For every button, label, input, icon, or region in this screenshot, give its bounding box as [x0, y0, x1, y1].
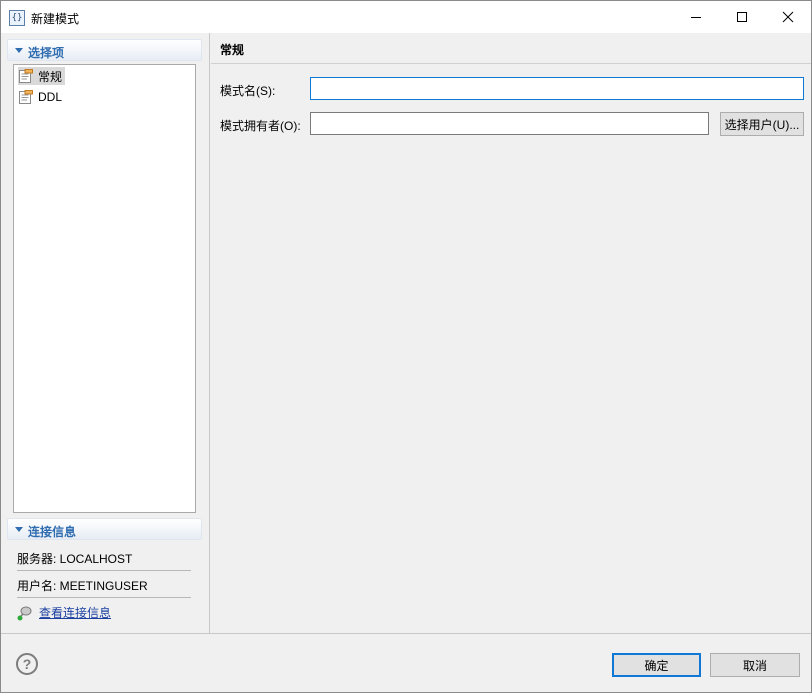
tree-item-label: DDL	[38, 90, 63, 104]
page-folder-icon	[19, 69, 33, 83]
tree-item-general[interactable]: 常规	[18, 67, 66, 85]
left-panel: 选择项 常规 DDL 连接信息 服务器: LOCALHOST 用户名: MEET…	[1, 33, 210, 633]
footer-bar: ? 确定 取消	[1, 633, 811, 692]
connection-header-label: 连接信息	[28, 525, 77, 539]
maximize-icon	[737, 12, 747, 22]
tree-item-label: 常规	[38, 69, 63, 84]
user-info: 用户名: MEETINGUSER	[17, 579, 148, 593]
collapse-triangle-icon	[15, 48, 23, 53]
schema-owner-label: 模式拥有者(O):	[220, 119, 301, 133]
options-section-header[interactable]: 选择项	[7, 39, 202, 61]
tree-item-ddl[interactable]: DDL	[18, 88, 65, 106]
schema-owner-input[interactable]	[310, 112, 709, 135]
divider	[17, 597, 191, 598]
schema-name-input[interactable]	[310, 77, 804, 100]
options-header-label: 选择项	[28, 46, 65, 60]
minimize-icon	[691, 17, 701, 18]
section-header: 常规	[211, 33, 811, 64]
cancel-button[interactable]: 取消	[710, 653, 800, 677]
close-button[interactable]	[765, 1, 811, 33]
schema-name-label: 模式名(S):	[220, 84, 276, 98]
schema-app-icon: {}	[9, 10, 25, 26]
select-user-button[interactable]: 选择用户(U)...	[720, 112, 804, 136]
ok-button[interactable]: 确定	[612, 653, 701, 677]
main-panel: 常规 模式名(S): 模式拥有者(O): 选择用户(U)...	[211, 33, 811, 633]
minimize-button[interactable]	[673, 1, 719, 33]
view-connection-link-text[interactable]: 查看连接信息	[39, 604, 111, 621]
options-tree: 常规 DDL	[13, 64, 196, 513]
connection-plug-icon	[17, 606, 32, 620]
server-info: 服务器: LOCALHOST	[17, 552, 133, 566]
dialog-window: {} 新建模式 选择项 常规 DDL 连接信息 服务器: LOCALHOST 用…	[0, 0, 812, 693]
collapse-triangle-icon	[15, 527, 23, 532]
page-folder-icon	[19, 90, 33, 104]
connection-section-header[interactable]: 连接信息	[7, 518, 202, 540]
window-title: 新建模式	[31, 12, 80, 26]
divider	[17, 570, 191, 571]
view-connection-link[interactable]: 查看连接信息	[17, 604, 111, 621]
help-icon[interactable]: ?	[16, 653, 38, 675]
section-title: 常规	[220, 43, 245, 57]
maximize-button[interactable]	[719, 1, 765, 33]
title-bar: {} 新建模式	[1, 1, 811, 33]
close-icon	[782, 11, 794, 23]
